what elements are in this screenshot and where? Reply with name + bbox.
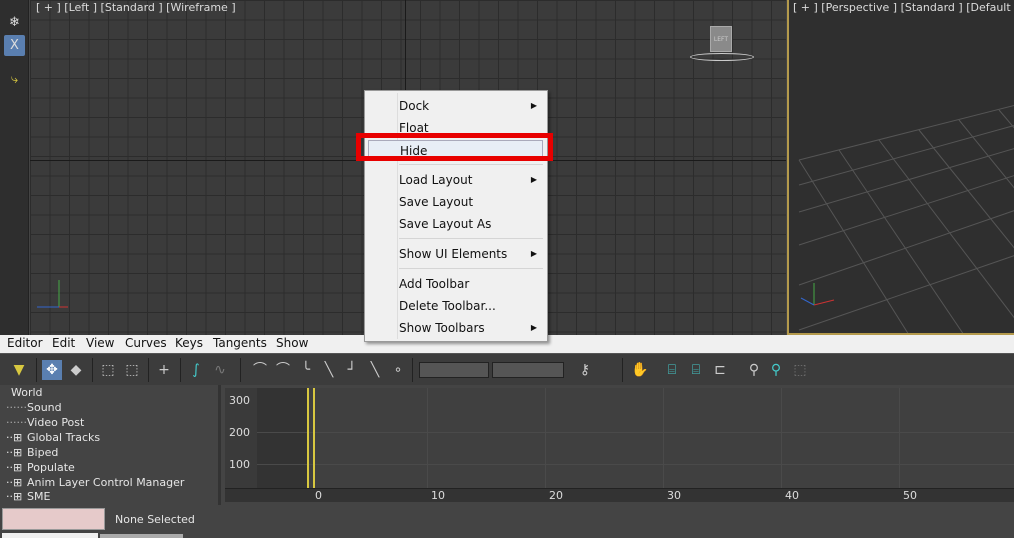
key-frame-field[interactable]	[419, 362, 489, 378]
frame-value-icon[interactable]: ⌸	[686, 360, 706, 380]
expand-icon[interactable]: ··⊞	[6, 461, 22, 474]
tangent-step-icon[interactable]: ┘	[342, 360, 362, 380]
expand-icon[interactable]: ··⊞	[6, 446, 22, 459]
tree-item-populate[interactable]: Populate	[27, 461, 75, 474]
menu-tangents[interactable]: Tangents	[213, 336, 267, 350]
menu-show[interactable]: Show	[276, 336, 308, 350]
menu-item-add-toolbar[interactable]: Add Toolbar	[399, 274, 543, 294]
tangent-auto-icon[interactable]: ⌒	[250, 360, 270, 380]
selection-status: None Selected	[115, 513, 195, 526]
key-value-field[interactable]	[492, 362, 564, 378]
pan-icon[interactable]: ✋	[630, 360, 650, 380]
viewport-label[interactable]: [ + ] [Perspective ] [Standard ] [Defaul…	[793, 1, 1014, 14]
zoom-icon[interactable]: ⚲	[744, 360, 764, 380]
expand-icon[interactable]: ··⊞	[6, 476, 22, 489]
perspective-grid	[798, 104, 1014, 333]
frame-horizontal-icon[interactable]: ⌸	[662, 360, 682, 380]
filter-icon[interactable]: ▼	[9, 360, 29, 380]
tangent-spline-icon[interactable]: ⌒	[273, 360, 293, 380]
time-slider-line[interactable]	[307, 388, 309, 502]
tree-item-world[interactable]: World	[11, 386, 43, 399]
expand-icon[interactable]: ··⊞	[6, 490, 22, 503]
viewport-label[interactable]: [ + ] [Left ] [Standard ] [Wireframe ]	[36, 1, 236, 14]
x-label: 20	[549, 489, 563, 502]
reduce-keys-icon[interactable]: ∿	[210, 360, 230, 380]
y-label: 100	[229, 458, 250, 471]
viewcube-ring	[690, 53, 754, 61]
tree-item-anim-layer[interactable]: Anim Layer Control Manager	[27, 476, 184, 489]
submenu-arrow-icon: ▶	[530, 101, 537, 110]
x-label: 50	[903, 489, 917, 502]
tree-item-video-post[interactable]: Video Post	[27, 416, 84, 429]
tree-item-biped[interactable]: Biped	[27, 446, 58, 459]
slide-keys-icon[interactable]: ◆	[66, 360, 86, 380]
x-label: 40	[785, 489, 799, 502]
menu-view[interactable]: View	[86, 336, 114, 350]
add-keys-icon[interactable]: +	[154, 360, 174, 380]
show-keyable-icon[interactable]: ⚷	[575, 360, 595, 380]
time-slider-line[interactable]	[313, 388, 315, 502]
time-ruler[interactable]: 0 10 20 30 40 50	[225, 488, 1014, 502]
menu-item-load-layout[interactable]: Load Layout ▶	[399, 170, 543, 190]
zoom-region-icon[interactable]: ⚲	[766, 360, 786, 380]
freeze-icon[interactable]: ❄	[4, 12, 25, 33]
menu-item-float[interactable]: Float	[399, 118, 543, 132]
normalize-icon[interactable]: ⊏	[710, 360, 730, 380]
move-keys-icon[interactable]: ✥	[42, 360, 62, 380]
y-label: 200	[229, 426, 250, 439]
tangent-smooth-icon[interactable]: ∘	[388, 360, 408, 380]
controller-tree: World ······ Sound ······ Video Post ··⊞ Gl…	[0, 385, 221, 505]
tangent-linear-icon[interactable]: ╲	[365, 360, 385, 380]
menu-item-dock[interactable]: Dock ▶	[399, 96, 543, 116]
submenu-arrow-icon: ▶	[530, 175, 537, 184]
x-label: 0	[315, 489, 322, 502]
curve-graph[interactable]: 300 200 100	[225, 388, 1014, 502]
y-label: 300	[229, 394, 250, 407]
tangent-fast-icon[interactable]: ╰	[296, 360, 316, 380]
tree-item-sound[interactable]: Sound	[27, 401, 62, 414]
menu-item-delete-toolbar[interactable]: Delete Toolbar...	[399, 296, 543, 316]
x-label: 30	[667, 489, 681, 502]
selection-lock-icon[interactable]: X	[4, 35, 25, 56]
tree-item-global-tracks[interactable]: Global Tracks	[27, 431, 100, 444]
submenu-arrow-icon: ▶	[530, 249, 537, 258]
menu-editor[interactable]: Editor	[7, 336, 43, 350]
selection-name-field[interactable]	[2, 508, 105, 530]
expand-icon[interactable]: ··⊞	[6, 431, 22, 444]
submenu-arrow-icon: ▶	[530, 323, 537, 332]
x-label: 10	[431, 489, 445, 502]
highlight-annotation-box	[356, 133, 553, 161]
menu-item-show-ui-elements[interactable]: Show UI Elements ▶	[399, 244, 543, 264]
status-area: None Selected	[0, 505, 1014, 538]
link-icon[interactable]: ⤷	[4, 69, 25, 90]
left-command-strip: ❄ X ⤷	[0, 0, 29, 335]
menu-edit[interactable]: Edit	[52, 336, 75, 350]
context-menu: Dock ▶ Float Hide Load Layout ▶ Save Layou…	[364, 90, 548, 342]
tree-item-sme[interactable]: SME	[27, 490, 50, 503]
perspective-viewport[interactable]: [ + ] [Perspective ] [Standard ] [Defaul…	[787, 0, 1014, 335]
menu-curves[interactable]: Curves	[125, 336, 167, 350]
menu-item-save-layout[interactable]: Save Layout	[399, 192, 543, 212]
menu-item-save-layout-as[interactable]: Save Layout As	[399, 214, 543, 234]
tangent-slow-icon[interactable]: ╲	[319, 360, 339, 380]
scale-keys-icon[interactable]: ⬚	[122, 360, 142, 380]
draw-curves-icon[interactable]: ∫	[186, 360, 206, 380]
viewcube[interactable]: LEFT	[710, 26, 732, 52]
axis-tripod-icon	[37, 280, 68, 308]
curve-editor-toolbar: ▼ ✥ ◆ ⬚ ⬚ + ∫ ∿ ⌒ ⌒ ╰ ╲ ┘ ╲ ∘ ⚷ ✋ ⌸ ⌸ ⊏ …	[0, 353, 1014, 385]
menu-keys[interactable]: Keys	[175, 336, 203, 350]
region-select-icon[interactable]: ⬚	[98, 360, 118, 380]
menu-item-show-toolbars[interactable]: Show Toolbars ▶	[399, 318, 543, 338]
isolate-curve-icon[interactable]: ⬚	[790, 360, 810, 380]
